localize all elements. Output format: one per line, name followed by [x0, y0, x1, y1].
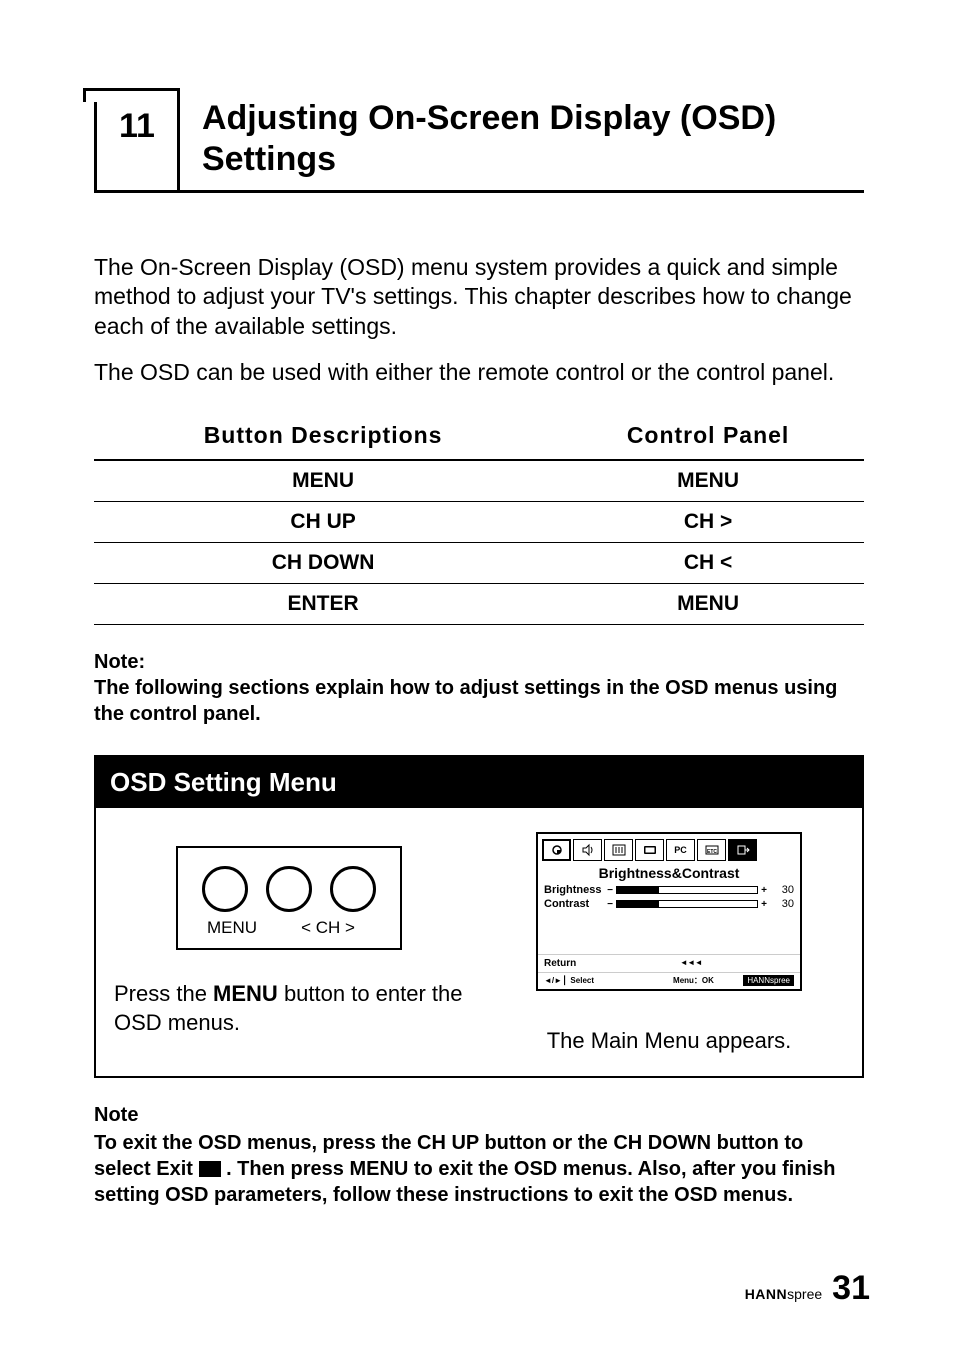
- table-header-descriptions: Button Descriptions: [94, 412, 552, 460]
- footer-brand-hann: HANN: [745, 1286, 787, 1302]
- osd-row-brightness: Brightness −+ 30: [538, 884, 800, 896]
- table-cell: CH <: [552, 543, 864, 584]
- note-text: The following sections explain how to ad…: [94, 675, 864, 727]
- chapter-number: 11: [119, 107, 155, 145]
- table-cell: MENU: [552, 584, 864, 625]
- table-cell: CH DOWN: [94, 543, 552, 584]
- page-footer: HANNspree 31: [745, 1269, 870, 1308]
- pc-icon: PC: [666, 839, 695, 861]
- osd-return-label: Return: [544, 958, 614, 969]
- audio-icon: [573, 839, 602, 861]
- chapter-number-box: 11: [94, 88, 180, 190]
- note-block-1: Note: The following sections explain how…: [94, 649, 864, 727]
- control-panel-illustration: MENU < CH >: [176, 846, 402, 950]
- intro-paragraph-1: The On-Screen Display (OSD) menu system …: [94, 253, 864, 343]
- page-number: 31: [832, 1269, 870, 1308]
- exit-inline-icon: [199, 1161, 221, 1177]
- intro-paragraph-2: The OSD can be used with either the remo…: [94, 358, 864, 388]
- osd-setting-menu-panel: OSD Setting Menu MENU < CH > Press the M…: [94, 755, 864, 1078]
- osd-select-hint: ◄/► ▏Select: [544, 976, 644, 985]
- note-block-2: Note To exit the OSD menus, press the CH…: [94, 1102, 864, 1208]
- osd-row-contrast: Contrast −+ 30: [538, 898, 800, 910]
- ch-knob-icon: [266, 866, 312, 912]
- brightness-contrast-icon: [542, 839, 571, 861]
- table-cell: MENU: [94, 460, 552, 502]
- osd-left-caption: Press the MENU button to enter the OSD m…: [114, 980, 464, 1037]
- knob-label-ch: < CH >: [280, 918, 376, 938]
- tools-icon: [604, 839, 633, 861]
- table-header-control-panel: Control Panel: [552, 412, 864, 460]
- osd-submenu-title: Brightness&Contrast: [538, 865, 800, 881]
- osd-main-menu-illustration: PC ETC Brightness&Contrast Brightness −+…: [536, 832, 802, 991]
- note-label: Note:: [94, 649, 864, 675]
- etc-icon: ETC: [697, 839, 726, 861]
- knob-label-menu: MENU: [202, 918, 262, 938]
- osd-brand-badge: HANNspree: [743, 975, 794, 986]
- osd-right-caption: The Main Menu appears.: [547, 1027, 792, 1056]
- chapter-header: 11 Adjusting On-Screen Display (OSD) Set…: [94, 88, 864, 193]
- table-cell: MENU: [552, 460, 864, 502]
- exit-icon: [728, 839, 757, 861]
- table-cell: CH >: [552, 502, 864, 543]
- note2-label: Note: [94, 1102, 864, 1128]
- chapter-title: Adjusting On-Screen Display (OSD) Settin…: [180, 88, 864, 190]
- svg-text:ETC: ETC: [707, 849, 717, 855]
- menu-knob-icon: [202, 866, 248, 912]
- screen-icon: [635, 839, 664, 861]
- ch-knob-icon: [330, 866, 376, 912]
- footer-brand-spree: spree: [787, 1286, 822, 1302]
- button-descriptions-table: Button Descriptions Control Panel MENU M…: [94, 412, 864, 625]
- osd-panel-title: OSD Setting Menu: [96, 757, 862, 808]
- osd-menu-ok-hint: Menu：OK: [644, 975, 744, 986]
- osd-return-symbol: ◄◄◄: [614, 958, 768, 969]
- table-cell: ENTER: [94, 584, 552, 625]
- note2-text: To exit the OSD menus, press the CH UP b…: [94, 1130, 864, 1208]
- table-cell: CH UP: [94, 502, 552, 543]
